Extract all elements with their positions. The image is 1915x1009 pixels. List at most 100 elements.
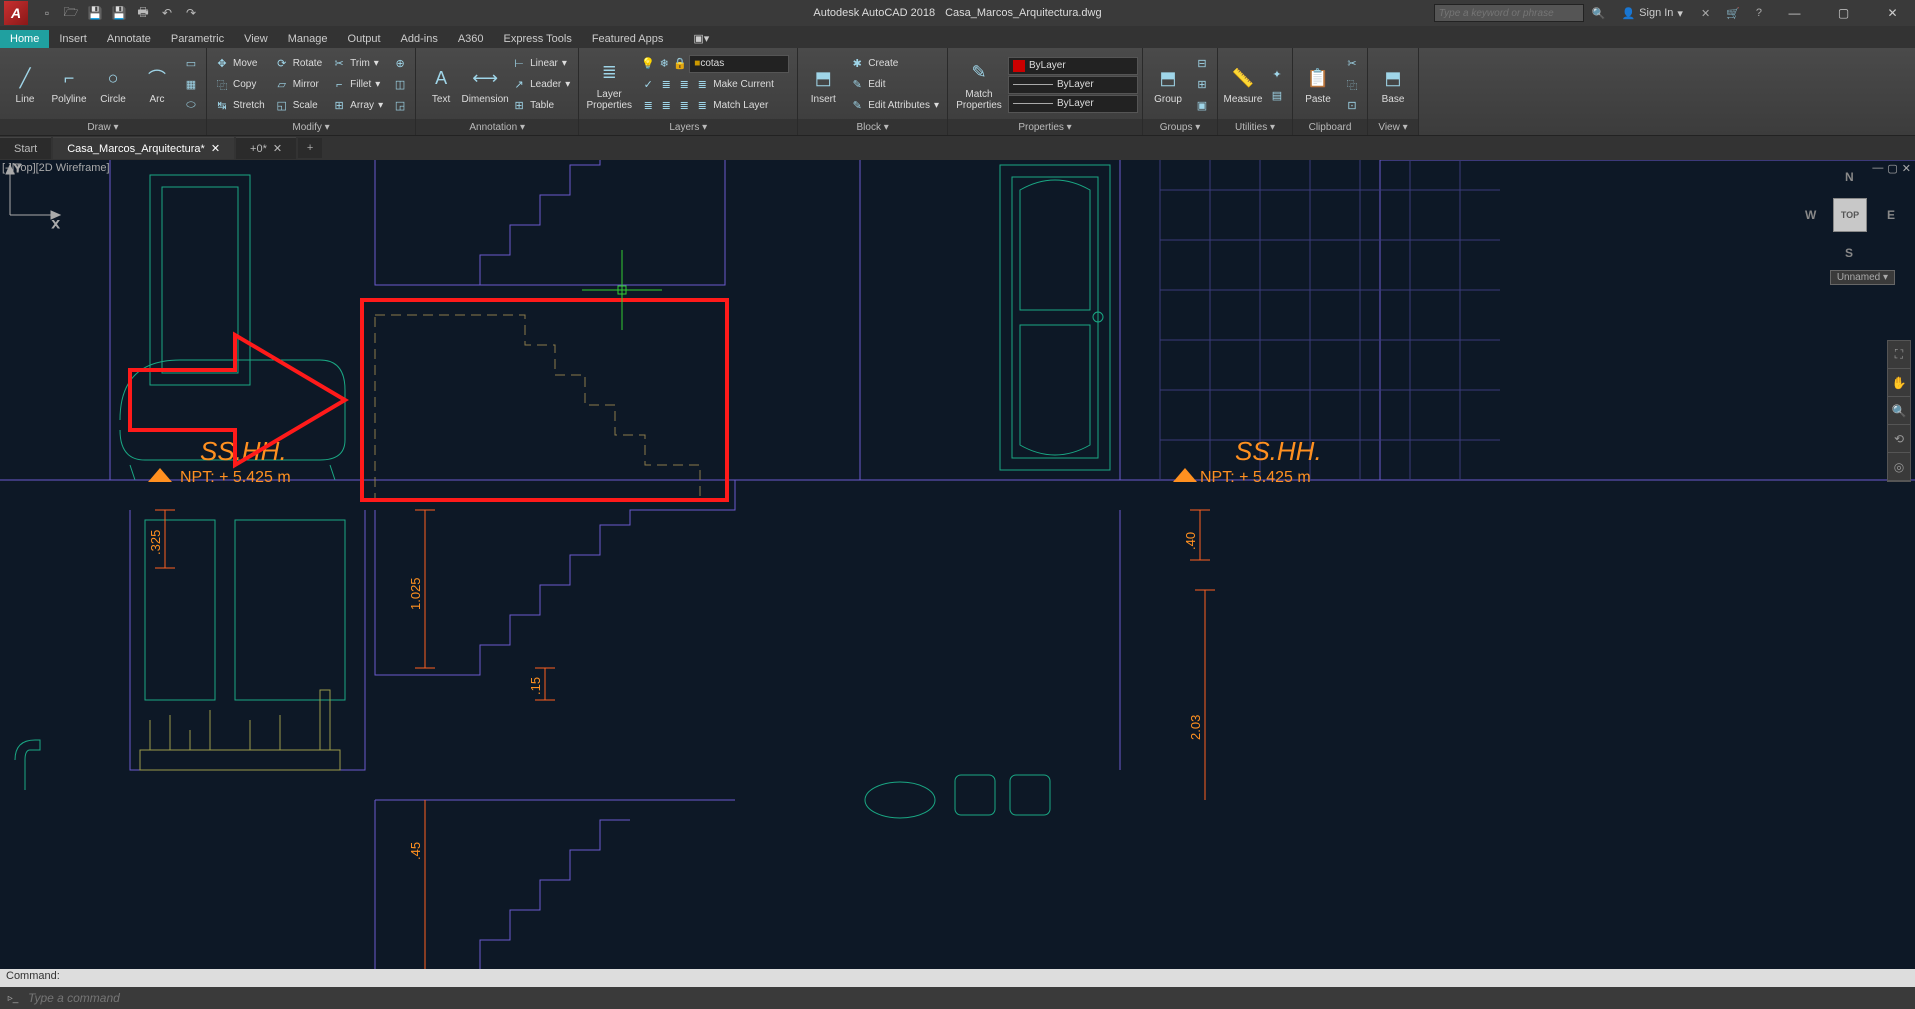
plot-icon[interactable]: 🖶 xyxy=(134,4,152,22)
tab-express[interactable]: Express Tools xyxy=(494,30,582,48)
text-button[interactable]: AText xyxy=(420,53,462,117)
search-icon[interactable]: 🔍 xyxy=(1588,7,1610,20)
viewcube-top[interactable]: TOP xyxy=(1833,198,1867,232)
matchprops-button[interactable]: ✎Match Properties xyxy=(952,53,1006,117)
trim-button[interactable]: ✂Trim ▾ xyxy=(328,54,387,74)
make-current-button[interactable]: ✓≣≣≣Make Current xyxy=(637,75,793,95)
extra3-icon[interactable]: ◲ xyxy=(389,96,411,116)
move-button[interactable]: ✥Move xyxy=(211,54,269,74)
array-button[interactable]: ⊞Array ▾ xyxy=(328,96,387,116)
exchange-icon[interactable]: ✕ xyxy=(1695,7,1716,20)
panel-draw-title[interactable]: Draw ▾ xyxy=(0,119,206,135)
edit-button[interactable]: ✎Edit xyxy=(846,75,943,95)
save-icon[interactable]: 💾 xyxy=(86,4,104,22)
layerprops-button[interactable]: ≣Layer Properties xyxy=(583,53,635,117)
paste-button[interactable]: 📋Paste xyxy=(1297,53,1339,117)
tab-view[interactable]: View xyxy=(234,30,278,48)
nav-wheel-icon[interactable]: ◎ xyxy=(1888,453,1910,481)
tab-home[interactable]: Home xyxy=(0,30,49,48)
saveas-icon[interactable]: 💾 xyxy=(110,4,128,22)
panel-utilities-title[interactable]: Utilities ▾ xyxy=(1218,119,1292,135)
help-icon[interactable]: ? xyxy=(1750,7,1768,19)
tab-addins[interactable]: Add-ins xyxy=(391,30,448,48)
close-tab-icon[interactable]: ✕ xyxy=(211,142,220,155)
arc-button[interactable]: ⌒Arc xyxy=(136,53,178,117)
nav-full-icon[interactable]: ⛶ xyxy=(1888,341,1910,369)
ellipse-icon[interactable]: ⬭ xyxy=(180,96,202,116)
tab-insert[interactable]: Insert xyxy=(49,30,97,48)
panel-groups-title[interactable]: Groups ▾ xyxy=(1143,119,1217,135)
ucs-name-button[interactable]: Unnamed ▾ xyxy=(1830,270,1895,285)
leader-button[interactable]: ↗Leader ▾ xyxy=(508,75,574,95)
tab-file1[interactable]: Casa_Marcos_Arquitectura*✕ xyxy=(53,137,234,159)
viewcube-n[interactable]: N xyxy=(1845,170,1854,184)
current-layer-dropdown[interactable]: ■ cotas xyxy=(689,55,789,73)
panel-block-title[interactable]: Block ▾ xyxy=(798,119,947,135)
cut-icon[interactable]: ✂ xyxy=(1341,54,1363,74)
editattr-button[interactable]: ✎Edit Attributes ▾ xyxy=(846,96,943,116)
tab-output[interactable]: Output xyxy=(338,30,391,48)
new-icon[interactable]: ▫ xyxy=(38,4,56,22)
nav-orbit-icon[interactable]: ⟲ xyxy=(1888,425,1910,453)
measure-button[interactable]: 📏Measure xyxy=(1222,53,1264,117)
ucs-icon[interactable]: Y X xyxy=(0,160,70,230)
panel-view-title[interactable]: View ▾ xyxy=(1368,119,1418,135)
util1-icon[interactable]: ✦ xyxy=(1266,64,1288,84)
tab-focus[interactable]: ▣▾ xyxy=(683,29,719,48)
panel-modify-title[interactable]: Modify ▾ xyxy=(207,119,415,135)
drawing-canvas[interactable]: [-][Top][2D Wireframe] — ▢ ✕ xyxy=(0,160,1915,969)
insert-button[interactable]: ⬒Insert xyxy=(802,53,844,117)
table-button[interactable]: ⊞Table xyxy=(508,96,574,116)
mirror-button[interactable]: ▱Mirror xyxy=(271,75,326,95)
nav-pan-icon[interactable]: ✋ xyxy=(1888,369,1910,397)
nav-zoom-icon[interactable]: 🔍 xyxy=(1888,397,1910,425)
groupbbox-icon[interactable]: ▣ xyxy=(1191,96,1213,116)
close-tab2-icon[interactable]: ✕ xyxy=(273,142,282,155)
tab-annotate[interactable]: Annotate xyxy=(97,30,161,48)
group-button[interactable]: ⬒Group xyxy=(1147,53,1189,117)
polyline-button[interactable]: ⌐Polyline xyxy=(48,53,90,117)
panel-annotation-title[interactable]: Annotation ▾ xyxy=(416,119,578,135)
groupedit-icon[interactable]: ⊞ xyxy=(1191,75,1213,95)
autocad-logo[interactable]: A xyxy=(4,1,28,25)
base-button[interactable]: ⬒Base xyxy=(1372,53,1414,117)
rect-icon[interactable]: ▭ xyxy=(180,54,202,74)
panel-properties-title[interactable]: Properties ▾ xyxy=(948,119,1142,135)
close-button[interactable]: ✕ xyxy=(1870,0,1915,26)
color-dropdown[interactable]: ByLayer xyxy=(1008,57,1138,75)
tab-parametric[interactable]: Parametric xyxy=(161,30,234,48)
tab-featured[interactable]: Featured Apps xyxy=(582,30,674,48)
open-icon[interactable]: 🗁 xyxy=(62,4,80,22)
command-input[interactable] xyxy=(22,991,1911,1005)
minimize-button[interactable]: — xyxy=(1772,0,1817,26)
tab-start[interactable]: Start xyxy=(0,137,51,159)
copyclip-icon[interactable]: ⿻ xyxy=(1341,75,1363,95)
viewcube-w[interactable]: W xyxy=(1805,208,1816,222)
ungroup-icon[interactable]: ⊟ xyxy=(1191,54,1213,74)
tab-manage[interactable]: Manage xyxy=(278,30,338,48)
new-tab-button[interactable]: + xyxy=(298,138,322,158)
linetype-dropdown[interactable]: ByLayer xyxy=(1008,95,1138,113)
redo-icon[interactable]: ↷ xyxy=(182,4,200,22)
viewcube[interactable]: N S W E TOP xyxy=(1805,170,1895,260)
lineweight-dropdown[interactable]: ByLayer xyxy=(1008,76,1138,94)
circle-button[interactable]: ○Circle xyxy=(92,53,134,117)
dimension-button[interactable]: ⟷Dimension xyxy=(464,53,506,117)
linear-button[interactable]: ⊢Linear ▾ xyxy=(508,54,574,74)
cart-icon[interactable]: 🛒 xyxy=(1720,7,1746,20)
extra1-icon[interactable]: ⊕ xyxy=(389,54,411,74)
search-input[interactable] xyxy=(1434,4,1584,22)
fillet-button[interactable]: ⌐Fillet ▾ xyxy=(328,75,387,95)
scale-button[interactable]: ◱Scale xyxy=(271,96,326,116)
copybase-icon[interactable]: ⊡ xyxy=(1341,96,1363,116)
layer-states[interactable]: 💡❄🔒■ cotas xyxy=(637,54,793,74)
line-button[interactable]: ╱Line xyxy=(4,53,46,117)
tab-file2[interactable]: +0*✕ xyxy=(236,137,296,159)
undo-icon[interactable]: ↶ xyxy=(158,4,176,22)
panel-layers-title[interactable]: Layers ▾ xyxy=(579,119,797,135)
viewcube-e[interactable]: E xyxy=(1887,208,1895,222)
signin-button[interactable]: 👤 Sign In ▾ xyxy=(1613,7,1690,20)
match-layer-button[interactable]: ≣≣≣≣Match Layer xyxy=(637,96,793,116)
panel-clipboard-title[interactable]: Clipboard xyxy=(1293,119,1367,135)
cmd-prompt-icon[interactable]: ▹_ xyxy=(4,990,22,1006)
